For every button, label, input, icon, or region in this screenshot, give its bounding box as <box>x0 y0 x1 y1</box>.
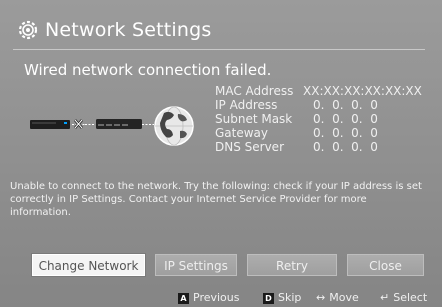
move-arrows-icon: ↔ <box>316 291 326 304</box>
gear-icon <box>18 20 38 40</box>
move-label: Move <box>329 291 359 304</box>
change-network-button[interactable]: Change Network <box>32 254 145 276</box>
select-hint: ↵ Select <box>380 289 427 307</box>
select-label: Select <box>393 291 428 304</box>
footer-hints: A Previous D Skip ↔ Move ↵ Select <box>0 289 442 307</box>
info-row: Gateway 0. 0. 0. 0 <box>215 126 413 140</box>
a-key-icon: A <box>178 292 189 304</box>
previous-hint[interactable]: A Previous <box>178 289 240 307</box>
player-icon <box>30 120 70 129</box>
subnet-mask-value: 0. 0. 0. 0 <box>313 112 378 126</box>
router-icon <box>96 119 154 129</box>
enter-icon: ↵ <box>380 291 390 304</box>
gateway-value: 0. 0. 0. 0 <box>313 126 378 140</box>
ip-address-value: 0. 0. 0. 0 <box>313 98 378 112</box>
info-row: DNS Server 0. 0. 0. 0 <box>215 140 413 154</box>
globe-icon <box>154 106 194 146</box>
mac-address-label: MAC Address <box>215 84 294 98</box>
network-diagram <box>30 106 194 146</box>
dns-server-label: DNS Server <box>215 140 284 154</box>
help-text: Unable to connect to the network. Try th… <box>10 181 422 218</box>
d-key-icon: D <box>263 292 274 304</box>
ip-address-label: IP Address <box>215 98 278 112</box>
gateway-label: Gateway <box>215 126 269 140</box>
skip-label: Skip <box>278 291 302 304</box>
info-row: Subnet Mask 0. 0. 0. 0 <box>215 112 413 126</box>
info-row: IP Address 0. 0. 0. 0 <box>215 98 413 112</box>
title-bar: Network Settings <box>13 15 425 50</box>
retry-button[interactable]: Retry <box>247 254 337 276</box>
x-icon <box>72 119 94 129</box>
connection-status: Wired network connection failed. <box>24 61 272 79</box>
subnet-mask-label: Subnet Mask <box>215 112 293 126</box>
close-button[interactable]: Close <box>347 254 424 276</box>
skip-hint[interactable]: D Skip <box>263 289 301 307</box>
mac-address-value: XX:XX:XX:XX:XX:XX <box>303 84 422 98</box>
info-row: MAC Address XX:XX:XX:XX:XX:XX <box>215 84 422 98</box>
button-row: Change Network IP Settings Retry Close <box>32 254 424 278</box>
dns-server-value: 0. 0. 0. 0 <box>313 140 378 154</box>
ip-settings-button[interactable]: IP Settings <box>155 254 237 276</box>
move-hint: ↔ Move <box>316 289 359 307</box>
previous-label: Previous <box>193 291 240 304</box>
page-title: Network Settings <box>45 19 212 41</box>
network-info: MAC Address XX:XX:XX:XX:XX:XX IP Address… <box>215 84 422 154</box>
network-settings-screen: Network Settings Wired network connectio… <box>0 0 442 307</box>
